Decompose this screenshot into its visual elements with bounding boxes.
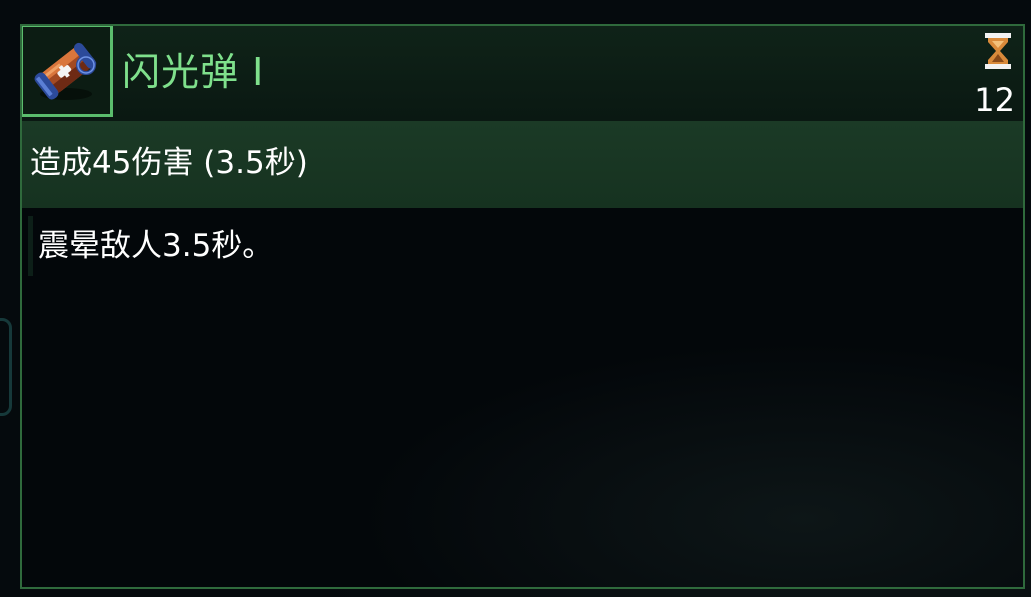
description-text: 震晕敌人3.5秒。 bbox=[38, 228, 274, 264]
item-icon-frame bbox=[22, 26, 113, 117]
tooltip-header: 闪光弹 I 12 bbox=[22, 26, 1023, 121]
effect-summary-bar: 造成45伤害 (3.5秒) bbox=[22, 121, 1023, 208]
offscreen-panel-edge bbox=[0, 318, 12, 416]
effect-summary-text: 造成45伤害 (3.5秒) bbox=[30, 145, 308, 181]
description-area: 震晕敌人3.5秒。 bbox=[22, 208, 1023, 587]
flashbang-grenade-icon bbox=[34, 42, 97, 100]
cooldown-value: 12 bbox=[974, 81, 1015, 119]
hourglass-icon bbox=[985, 33, 1011, 69]
item-name: 闪光弹 I bbox=[122, 50, 265, 94]
description-marker bbox=[28, 216, 33, 276]
item-tooltip: 闪光弹 I 12 造成45伤害 (3.5秒) 震晕敌人3.5秒。 bbox=[20, 24, 1025, 589]
